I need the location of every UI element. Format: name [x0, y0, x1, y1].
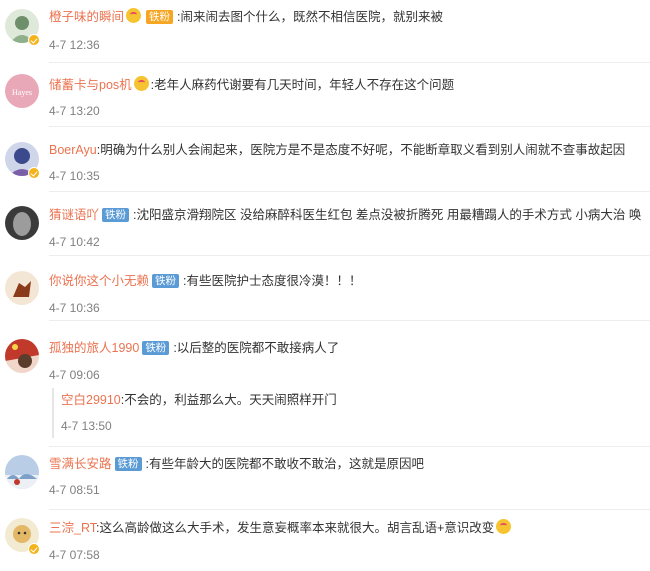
comment-time: 4-7 09:06 — [49, 368, 100, 382]
comment-time: 4-7 10:35 — [49, 169, 100, 183]
comment-item: BoerAyu:明确为什么别人会闹起来，医院方是不是态度不好呢，不能断章取义看到… — [0, 127, 650, 192]
comment-line: 猜谜语吖 铁粉:沈阳盛京滑翔院区 没给麻醉科医生红包 差点没被折腾死 用最糟蹋人的… — [49, 206, 641, 224]
comment-time: 4-7 07:58 — [49, 548, 100, 562]
comment-time: 4-7 12:36 — [49, 38, 100, 52]
comment-item: 猜谜语吖 铁粉:沈阳盛京滑翔院区 没给麻醉科医生红包 差点没被折腾死 用最糟蹋人的… — [0, 192, 650, 256]
comment-text: :有些年龄大的医院都不敢收不敢治，这就是原因吧 — [145, 457, 424, 471]
svg-text:Hayes: Hayes — [12, 88, 32, 97]
avatar[interactable] — [5, 339, 39, 373]
comment-item: 三淙_RT:这么高龄做这么大手术，发生意妄概率本来就很大。胡言乱语+意识改变 4… — [0, 510, 650, 571]
avatar[interactable]: Hayes — [5, 74, 39, 108]
comment-text: :沈阳盛京滑翔院区 没给麻醉科医生红包 差点没被折腾死 用最糟蹋人的手术方式 小… — [133, 208, 642, 222]
comment-item: 你说你这个小无赖 铁粉:有些医院护士态度很冷漠！！！ 4-7 10:36 — [0, 256, 650, 321]
comment-time: 4-7 10:36 — [49, 301, 100, 315]
comment-text: :老年人麻药代谢要有几天时间，年轻人不存在这个问题 — [150, 78, 455, 92]
comment-text: :闹来闹去图个什么，既然不相信医院，就别来被 — [177, 10, 443, 24]
verified-icon — [28, 543, 40, 555]
reply-line: 空白29910:不会的，利益那么大。天天闹照样开门 — [61, 391, 337, 409]
comment-line: 你说你这个小无赖 铁粉:有些医院护士态度很冷漠！！！ — [49, 272, 362, 290]
reply-text: :不会的，利益那么大。天天闹照样开门 — [120, 393, 337, 407]
emoji-icon — [126, 8, 142, 23]
comment-text: :以后整的医院都不敢接病人了 — [173, 341, 340, 355]
comment-line: 雪满长安路 铁粉:有些年龄大的医院都不敢收不敢治，这就是原因吧 — [49, 455, 424, 473]
username-link[interactable]: 你说你这个小无赖 — [49, 274, 149, 288]
reply-time: 4-7 13:50 — [61, 419, 112, 433]
comment-text: :明确为什么别人会闹起来，医院方是不是态度不好呢，不能断章取义看到别人闹就不查事… — [96, 143, 626, 157]
comment-time: 4-7 08:51 — [49, 483, 100, 497]
comment-time: 4-7 10:42 — [49, 235, 100, 249]
comment-item: 雪满长安路 铁粉:有些年龄大的医院都不敢收不敢治，这就是原因吧 4-7 08:51 — [0, 447, 650, 510]
reply-block: 空白29910:不会的，利益那么大。天天闹照样开门 4-7 13:50 — [52, 388, 642, 438]
verified-icon — [28, 167, 40, 179]
emoji-icon — [133, 76, 149, 91]
comment-line: 储蓄卡与pos机 :老年人麻药代谢要有几天时间，年轻人不存在这个问题 — [49, 76, 454, 94]
comment-line: 孤独的旅人1990 铁粉:以后整的医院都不敢接病人了 — [49, 339, 339, 357]
comment-time: 4-7 13:20 — [49, 104, 100, 118]
comment-line: BoerAyu:明确为什么别人会闹起来，医院方是不是态度不好呢，不能断章取义看到… — [49, 141, 625, 159]
comment-item: 橙子味的瞬间 铁粉:闹来闹去图个什么，既然不相信医院，就别来被 4-7 12:36 — [0, 0, 650, 63]
comment-line: 橙子味的瞬间 铁粉:闹来闹去图个什么，既然不相信医院，就别来被 — [49, 8, 443, 26]
comment-text: :有些医院护士态度很冷漠！！！ — [183, 274, 362, 288]
avatar[interactable] — [5, 206, 39, 240]
avatar[interactable] — [5, 271, 39, 305]
comment-item: Hayes 储蓄卡与pos机:老年人麻药代谢要有几天时间，年轻人不存在这个问题 … — [0, 63, 650, 127]
username-link[interactable]: 橙子味的瞬间 — [49, 10, 124, 24]
fan-badge[interactable]: 铁粉 — [146, 10, 174, 24]
username-link[interactable]: 储蓄卡与pos机 — [49, 78, 132, 92]
fan-badge[interactable]: 铁粉 — [102, 208, 130, 222]
username-link[interactable]: 雪满长安路 — [49, 457, 112, 471]
verified-icon — [28, 34, 40, 46]
fan-badge[interactable]: 铁粉 — [152, 274, 180, 288]
username-link[interactable]: 孤独的旅人1990 — [49, 341, 139, 355]
username-link[interactable]: 三淙_RT — [49, 521, 96, 535]
comment-text: :这么高龄做这么大手术，发生意妄概率本来就很大。胡言乱语+意识改变 — [96, 521, 495, 535]
reply-username-link[interactable]: 空白29910 — [61, 393, 121, 407]
avatar[interactable] — [5, 455, 39, 489]
fan-badge[interactable]: 铁粉 — [142, 341, 170, 355]
username-link[interactable]: 猜谜语吖 — [49, 208, 99, 222]
fan-badge[interactable]: 铁粉 — [114, 457, 142, 471]
emoji-icon — [496, 519, 512, 534]
comment-line: 三淙_RT:这么高龄做这么大手术，发生意妄概率本来就很大。胡言乱语+意识改变 — [49, 519, 513, 537]
username-link[interactable]: BoerAyu — [49, 143, 97, 157]
